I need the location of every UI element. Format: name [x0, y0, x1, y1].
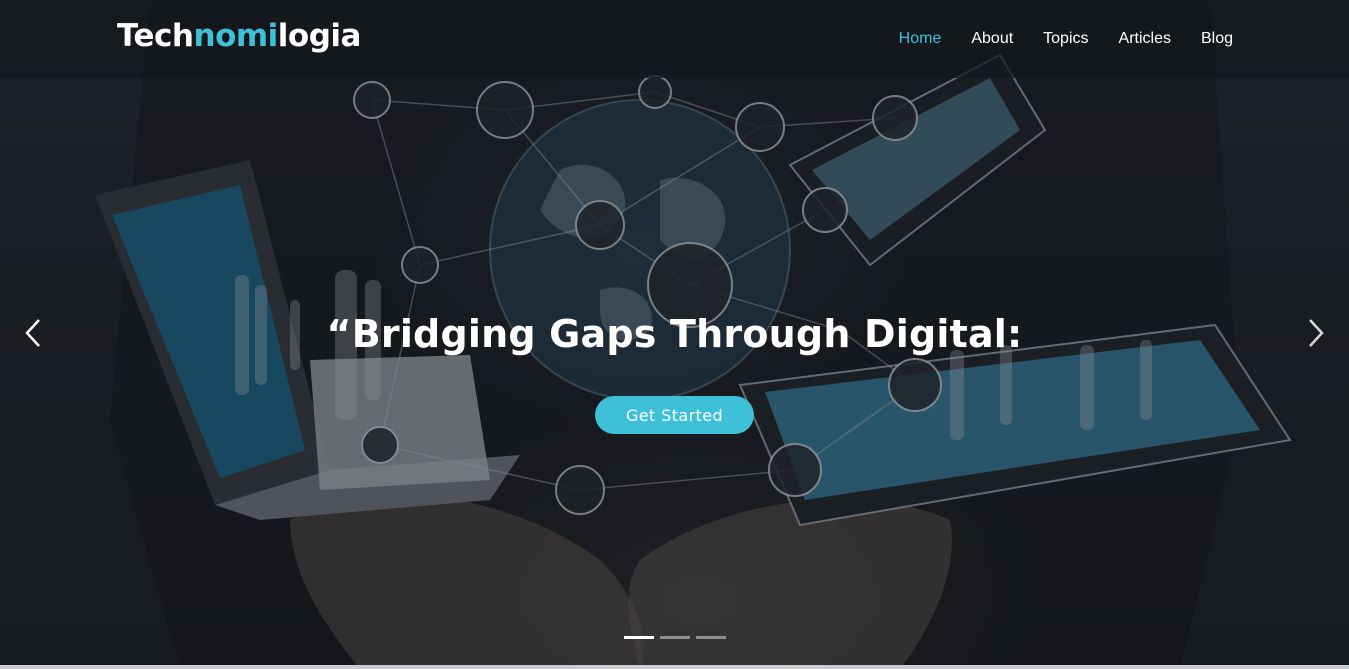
logo-part-2: nomi [193, 18, 279, 54]
navbar: Technomilogia Home About Topics Articles… [0, 0, 1349, 78]
site-logo[interactable]: Technomilogia [117, 18, 361, 54]
carousel-indicator-1[interactable] [624, 636, 654, 639]
hero-carousel: Technomilogia Home About Topics Articles… [0, 0, 1349, 669]
main-nav: Home About Topics Articles Blog [899, 30, 1233, 48]
page-bottom-strip [0, 665, 1349, 669]
carousel-indicator-3[interactable] [696, 636, 726, 639]
nav-home[interactable]: Home [899, 30, 942, 48]
carousel-indicator-2[interactable] [660, 636, 690, 639]
hero-headline: “Bridging Gaps Through Digital: [326, 312, 1023, 356]
get-started-button[interactable]: Get Started [595, 396, 754, 434]
carousel-indicators [624, 636, 726, 639]
logo-part-3: logia [277, 18, 362, 54]
nav-articles[interactable]: Articles [1119, 30, 1171, 48]
nav-topics[interactable]: Topics [1043, 30, 1088, 48]
nav-blog[interactable]: Blog [1201, 30, 1233, 48]
logo-part-1: Tech [117, 18, 194, 54]
nav-about[interactable]: About [971, 30, 1013, 48]
